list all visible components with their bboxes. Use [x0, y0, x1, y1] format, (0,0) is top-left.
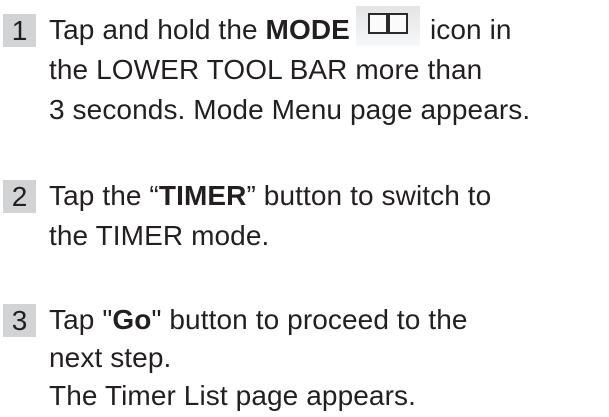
step-3-line-3: The Timer List page appears.: [49, 380, 416, 411]
step-2-line-1: Tap the “TIMER” button to switch to: [49, 180, 491, 212]
timer-keyword: TIMER: [158, 180, 247, 211]
step-3-text: Tap ": [49, 304, 113, 335]
mode-book-icon: [355, 6, 420, 46]
step-number-badge: 3: [3, 304, 36, 337]
step-3-line-2: next step.: [49, 342, 172, 373]
mode-keyword: MODE: [265, 14, 350, 45]
step-2-line-2: the TIMER mode.: [49, 220, 270, 251]
step-3-line-1: Tap "Go" button to proceed to the: [49, 304, 468, 336]
step-number-badge: 1: [3, 14, 36, 47]
step-2-text-end: ” button to switch to: [246, 180, 492, 211]
step-1-line-3: 3 seconds. Mode Menu page appears.: [49, 94, 531, 125]
step-1-text-end: icon in: [429, 14, 512, 45]
step-3-text-end: " button to proceed to the: [151, 304, 468, 335]
step-1-line-2: the LOWER TOOL BAR more than: [49, 54, 483, 85]
step-number-badge: 2: [3, 180, 36, 213]
step-2-text: Tap the “: [49, 180, 159, 211]
step-1-text: Tap and hold the: [49, 14, 266, 45]
go-keyword: Go: [112, 304, 152, 335]
step-1-line-1: Tap and hold the MODE icon in: [49, 6, 512, 46]
